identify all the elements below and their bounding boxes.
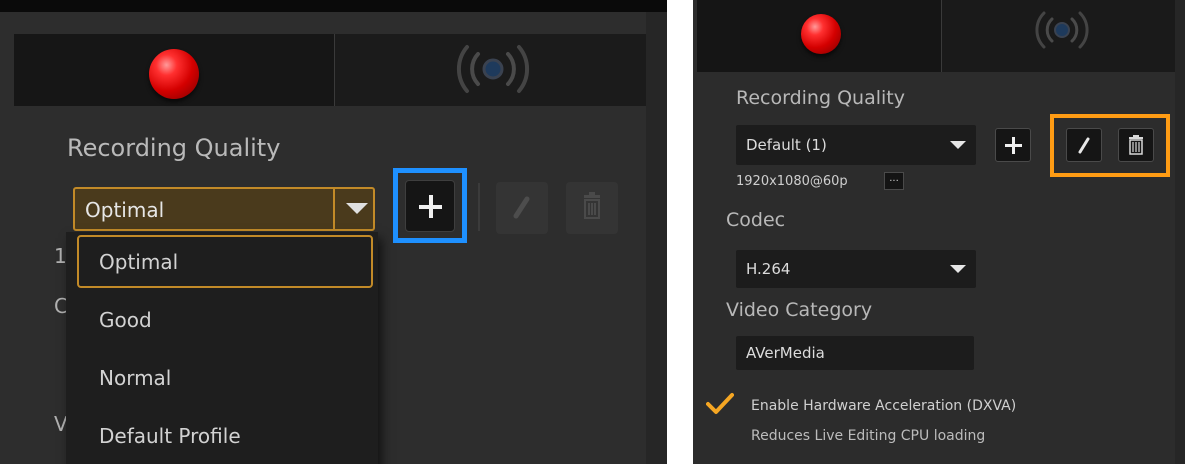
hw-accel-description: Reduces Live Editing CPU loading: [751, 428, 986, 444]
resolution-text: 1920x1080@60p: [736, 174, 848, 189]
panel-edge: [646, 12, 667, 464]
right-settings-panel: Recording Quality Default (1) 1920x1080@…: [693, 0, 1185, 464]
hw-accel-label[interactable]: Enable Hardware Acceleration (DXVA): [751, 398, 1016, 414]
quality-dropdown-menu: Optimal Good Normal Default Profile: [66, 232, 378, 464]
tab-record[interactable]: [697, 0, 941, 72]
tab-live-stream[interactable]: [334, 34, 647, 106]
trash-icon: [1129, 135, 1143, 155]
record-dot-icon: [149, 49, 199, 99]
left-settings-panel: Recording Quality Optimal 1 C V Optimal: [0, 0, 667, 464]
tab-record[interactable]: [14, 34, 334, 106]
video-category-value: AVerMedia: [746, 344, 825, 362]
recording-quality-label: Recording Quality: [67, 134, 281, 162]
chevron-down-icon[interactable]: [950, 265, 966, 273]
broadcast-icon: [1035, 11, 1089, 49]
select-divider: [333, 189, 335, 229]
delete-profile-button-disabled: [566, 182, 618, 234]
add-profile-button[interactable]: [995, 128, 1031, 162]
pencil-icon: [513, 196, 530, 219]
toolbar-separator: [478, 183, 480, 231]
panel-edge: [1175, 0, 1185, 464]
chevron-down-icon[interactable]: [950, 141, 966, 149]
pencil-icon: [1078, 137, 1090, 154]
trash-icon: [584, 192, 600, 219]
dropdown-option-good[interactable]: Good: [66, 290, 378, 348]
video-category-label: Video Category: [726, 299, 873, 321]
delete-profile-button[interactable]: [1118, 128, 1154, 162]
quality-select[interactable]: Default (1): [736, 125, 976, 165]
codec-label: Codec: [726, 209, 786, 231]
edit-profile-button[interactable]: [1066, 128, 1102, 162]
quality-select[interactable]: Optimal: [73, 187, 375, 231]
codec-select-value: H.264: [746, 260, 791, 278]
title-bar: [0, 0, 667, 12]
checkmark-icon[interactable]: [706, 392, 734, 416]
dropdown-option-normal[interactable]: Normal: [66, 348, 378, 406]
quality-select-value: Optimal: [85, 198, 165, 222]
codec-select[interactable]: H.264: [736, 250, 976, 288]
broadcast-icon: [456, 45, 530, 93]
quality-select-value: Default (1): [746, 136, 827, 154]
edit-profile-button-disabled: [496, 182, 548, 234]
video-category-input[interactable]: AVerMedia: [736, 336, 974, 370]
add-profile-button[interactable]: [405, 180, 455, 232]
dropdown-option-default-profile[interactable]: Default Profile: [66, 406, 378, 464]
hidden-resolution-initial: 1: [54, 244, 67, 268]
recording-quality-label: Recording Quality: [736, 87, 905, 109]
chevron-down-icon[interactable]: [346, 203, 368, 214]
more-options-button[interactable]: ...: [884, 172, 904, 190]
tab-live-stream[interactable]: [941, 0, 1176, 72]
dropdown-option-optimal[interactable]: Optimal: [66, 232, 378, 290]
record-dot-icon: [801, 14, 841, 54]
